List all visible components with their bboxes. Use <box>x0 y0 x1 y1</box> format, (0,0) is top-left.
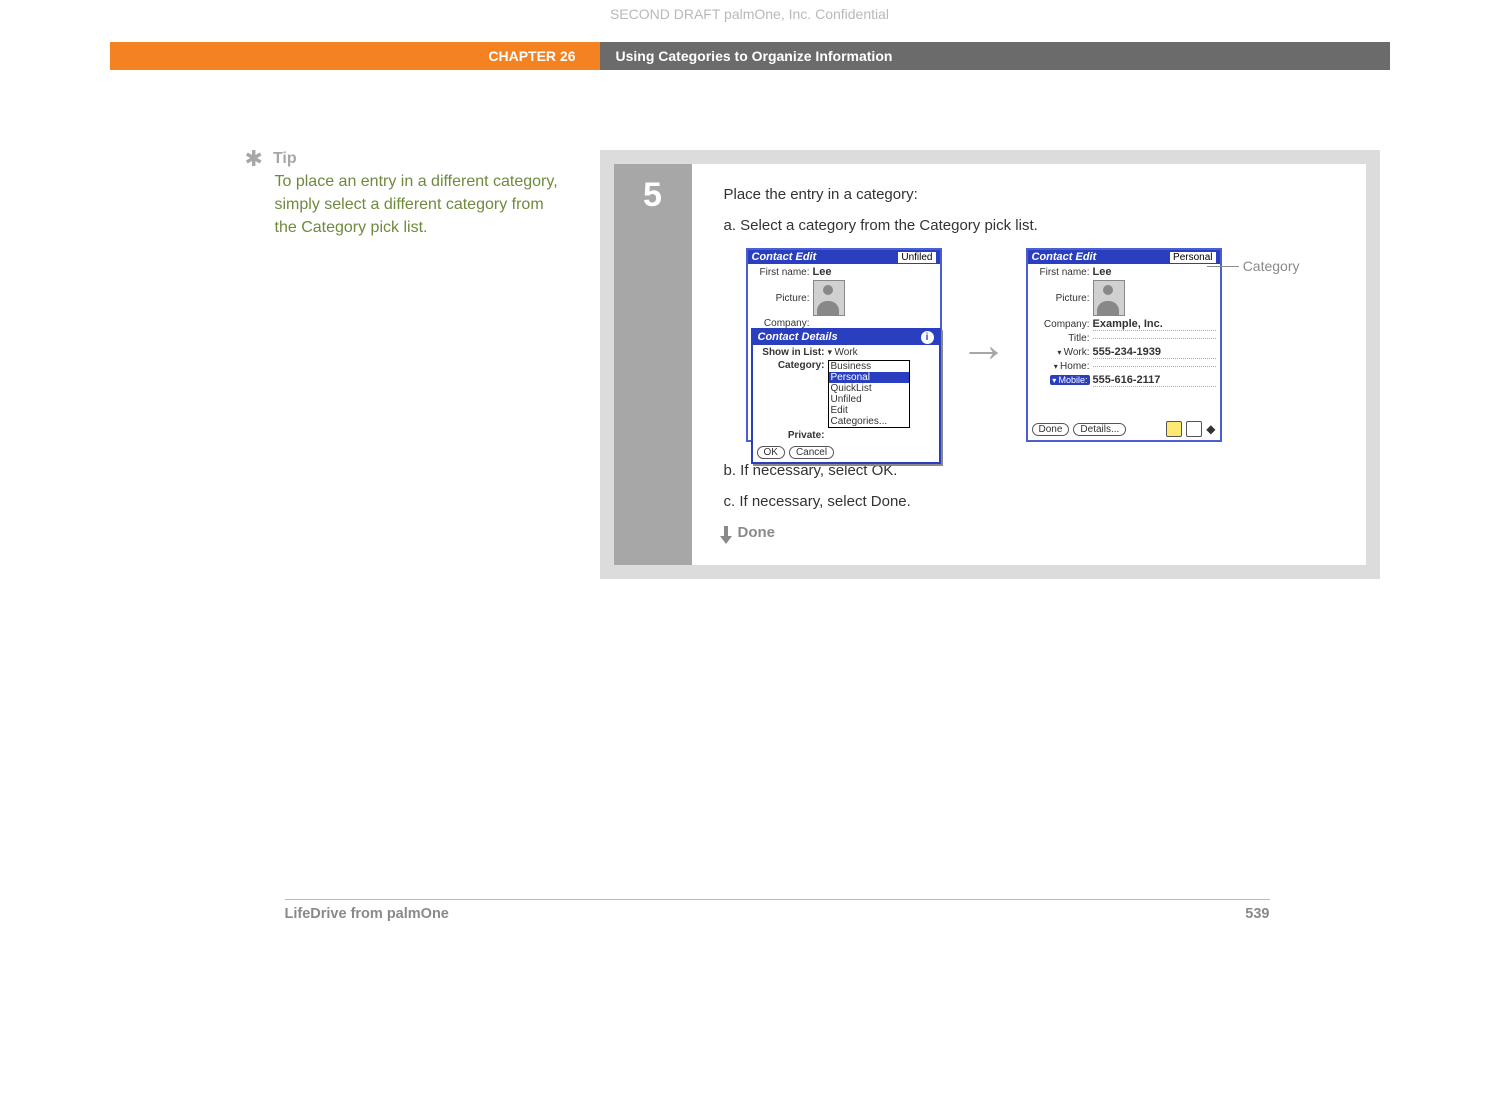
category-label: Category: <box>757 360 825 371</box>
screen1-category-picklist[interactable]: Unfiled <box>898 252 935 263</box>
tip-label: Tip <box>273 150 297 168</box>
company-label-2: Company: <box>1032 319 1090 330</box>
showinlist-label: Show in List: <box>757 347 825 358</box>
title-label: Title: <box>1032 333 1090 344</box>
info-icon[interactable]: i <box>921 331 934 344</box>
category-callout: Category <box>1207 258 1300 274</box>
mobile-label[interactable]: Mobile: <box>1050 375 1089 385</box>
picture-label: Picture: <box>752 293 810 304</box>
chapter-title: Using Categories to Organize Information <box>600 42 1390 70</box>
dropdown-opt-unfiled[interactable]: Unfiled <box>829 394 909 405</box>
confidential-watermark: SECOND DRAFT palmOne, Inc. Confidential <box>110 0 1390 42</box>
firstname-value-2: Lee <box>1093 266 1216 278</box>
private-label: Private: <box>757 430 825 441</box>
company-value: Example, Inc. <box>1093 318 1216 331</box>
done-label: Done <box>738 524 776 541</box>
screen2-title: Contact Edit <box>1032 251 1097 263</box>
firstname-label-2: First name: <box>1032 267 1090 278</box>
title-value <box>1093 338 1216 339</box>
screen1-title: Contact Edit <box>752 251 817 263</box>
step-box: 5 Place the entry in a category: a. Sele… <box>600 150 1380 579</box>
category-callout-label: Category <box>1243 258 1300 274</box>
note-icon[interactable] <box>1166 421 1182 437</box>
screenshot-row: Contact Edit Unfiled First name: Lee Pic… <box>746 248 1338 442</box>
showinlist-value[interactable]: Work <box>828 347 858 358</box>
step-c: c. If necessary, select Done. <box>724 493 1338 510</box>
step-a: a. Select a category from the Category p… <box>724 217 1338 234</box>
details-button[interactable]: Details... <box>1073 423 1126 436</box>
home-label[interactable]: Home: <box>1032 361 1090 372</box>
avatar-icon-2 <box>1093 280 1125 316</box>
work-label[interactable]: Work: <box>1032 347 1090 358</box>
step-intro: Place the entry in a category: <box>724 186 1338 203</box>
done-marker: Done <box>724 524 1338 541</box>
page-footer: LifeDrive from palmOne 539 <box>285 899 1270 922</box>
work-value: 555-234-1939 <box>1093 346 1216 359</box>
tip-body: To place an entry in a different categor… <box>275 170 560 240</box>
dropdown-opt-quicklist[interactable]: QuickList <box>829 383 909 394</box>
down-arrow-icon <box>724 526 728 540</box>
home-value <box>1093 366 1216 367</box>
asterisk-icon: ✱ <box>245 150 263 168</box>
firstname-label: First name: <box>752 267 810 278</box>
chapter-label: CHAPTER 26 <box>110 42 600 70</box>
contact-details-dialog: Contact Details i Show in List: Work Cat… <box>751 328 941 464</box>
picture-label-2: Picture: <box>1032 293 1090 304</box>
step-b: b. If necessary, select OK. <box>724 462 1338 479</box>
plus-icon[interactable] <box>1186 421 1202 437</box>
cancel-button[interactable]: Cancel <box>789 446 834 459</box>
details-title: Contact Details <box>758 331 838 344</box>
scroll-icon[interactable]: ◆ <box>1206 422 1215 436</box>
ok-button[interactable]: OK <box>757 446 785 459</box>
arrow-right-icon: → <box>960 318 1008 373</box>
mobile-value: 555-616-2117 <box>1093 374 1216 387</box>
palm-screen-before: Contact Edit Unfiled First name: Lee Pic… <box>746 248 942 442</box>
avatar-icon <box>813 280 845 316</box>
category-dropdown[interactable]: Business Personal QuickList Unfiled Edit… <box>828 360 910 428</box>
footer-product: LifeDrive from palmOne <box>285 906 449 922</box>
sidebar-tip: ✱ Tip To place an entry in a different c… <box>110 150 600 579</box>
footer-page-number: 539 <box>1245 906 1269 922</box>
dropdown-opt-personal[interactable]: Personal <box>829 372 909 383</box>
firstname-value: Lee <box>813 266 936 278</box>
dropdown-opt-editcats[interactable]: Edit Categories... <box>829 405 909 427</box>
done-button[interactable]: Done <box>1032 423 1070 436</box>
dropdown-opt-business[interactable]: Business <box>829 361 909 372</box>
palm-screen-after: Category Contact Edit Personal First nam… <box>1026 248 1222 442</box>
chapter-header: CHAPTER 26 Using Categories to Organize … <box>110 42 1390 70</box>
step-number: 5 <box>614 164 692 565</box>
